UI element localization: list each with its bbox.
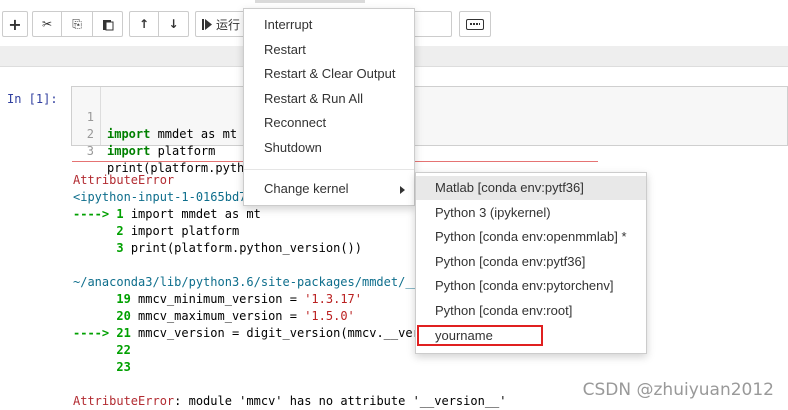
kernel-option[interactable]: Python [conda env:pytorchenv] — [416, 274, 646, 298]
code-line: 3 print(platform.pytho — [72, 126, 252, 175]
error-message: AttributeError: module 'mmcv' has no att… — [73, 394, 507, 408]
caret-right-icon — [400, 186, 405, 194]
paste-icon — [102, 19, 113, 30]
traceback-line: 19 mmcv_minimum_version = '1.3.17' — [116, 292, 362, 306]
traceback-line: 3 print(platform.python_version()) — [116, 241, 363, 255]
traceback-line: 2 import platform — [116, 224, 240, 238]
annotation-highlight-box — [417, 325, 543, 346]
kernel-option[interactable]: Matlab [conda env:pytf36] — [416, 176, 646, 200]
run-label: 运行 — [216, 17, 241, 32]
scissors-icon: ✂ — [41, 17, 53, 31]
menu-item-reconnect[interactable]: Reconnect — [244, 111, 414, 135]
kernel-menu: Interrupt Restart Restart & Clear Output… — [243, 8, 415, 206]
code-cell-input[interactable]: 1 import mmdet as mt 2 import platform 3… — [71, 86, 788, 175]
keyword: import — [107, 144, 151, 158]
traceback-line: ----> 1 import mmdet as mt — [73, 207, 261, 221]
code-text: platform — [150, 144, 216, 158]
copy-icon: ⎘ — [72, 16, 82, 31]
watermark: CSDN @zhuiyuan2012 — [582, 380, 774, 400]
menu-item-interrupt[interactable]: Interrupt — [244, 13, 414, 37]
move-up-button[interactable]: ↑ — [129, 11, 159, 37]
kernel-option[interactable]: Python [conda env:openmmlab] * — [416, 225, 646, 249]
input-prompt: In [1]: — [7, 92, 58, 106]
change-kernel-label: Change kernel — [264, 181, 349, 196]
kernel-option[interactable]: Python 3 (ipykernel) — [416, 201, 646, 225]
step-forward-icon — [202, 18, 212, 30]
traceback-path: ~/anaconda3/lib/python3.6/site-packages/… — [73, 275, 428, 289]
code-line: 2 import platform — [72, 109, 216, 158]
menu-item-restart[interactable]: Restart — [244, 38, 414, 62]
kernel-option[interactable]: Python [conda env:root] — [416, 299, 646, 323]
menu-item-restart-clear-output[interactable]: Restart & Clear Output — [244, 62, 414, 86]
menu-divider — [244, 169, 414, 170]
menu-item-restart-run-all[interactable]: Restart & Run All — [244, 87, 414, 111]
copy-button[interactable]: ⎘ — [62, 11, 93, 37]
traceback-input-ref: <ipython-input-1-0165bd7 — [73, 190, 247, 204]
traceback-line: 23 — [116, 360, 131, 374]
menu-item-change-kernel[interactable]: Change kernel — [244, 177, 414, 201]
traceback-line: ----> 21 mmcv_version = digit_version(mm… — [73, 326, 435, 340]
code-text: mmdet as mt — [150, 127, 238, 141]
header-tab-edge — [255, 0, 365, 3]
keyboard-icon — [466, 18, 484, 30]
command-palette-button[interactable] — [459, 11, 491, 37]
cell-type-select-edge[interactable] — [410, 11, 452, 37]
arrow-down-icon: ↓ — [168, 17, 179, 31]
paste-button[interactable] — [93, 11, 123, 37]
traceback-line: 20 mmcv_maximum_version = '1.5.0' — [116, 309, 355, 323]
traceback-line: 22 — [116, 343, 131, 357]
add-cell-button[interactable]: + — [2, 11, 28, 37]
error-name: AttributeError — [73, 173, 175, 187]
move-down-button[interactable]: ↓ — [159, 11, 189, 37]
line-number: 3 — [86, 144, 94, 158]
plus-icon: + — [8, 14, 22, 34]
menu-item-shutdown[interactable]: Shutdown — [244, 136, 414, 160]
cut-button[interactable]: ✂ — [32, 11, 62, 37]
code-line: 1 import mmdet as mt — [72, 92, 237, 141]
arrow-up-icon: ↑ — [138, 17, 150, 31]
kernel-option[interactable]: Python [conda env:pytf36] — [416, 250, 646, 274]
keyword: import — [107, 127, 151, 141]
